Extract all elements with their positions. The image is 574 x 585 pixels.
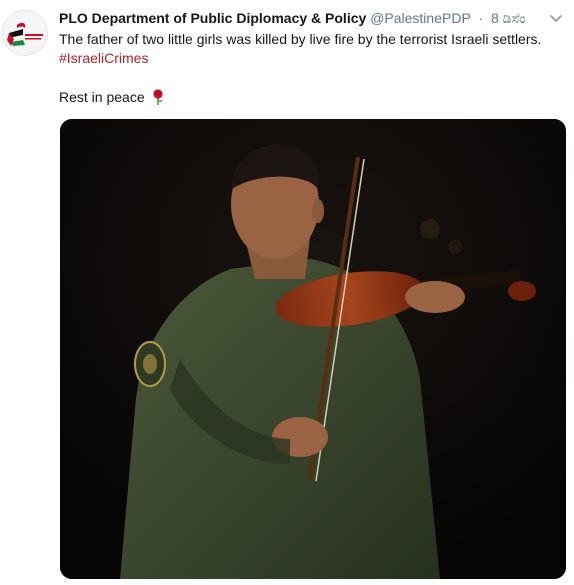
closing-text: Rest in peace <box>59 89 145 105</box>
hashtag-link[interactable]: #IsraeliCrimes <box>59 50 148 66</box>
rose-emoji-icon <box>152 89 164 105</box>
tweet-text: The father of two little girls was kille… <box>59 30 564 107</box>
plo-logo-icon <box>3 11 47 55</box>
violinist-photo <box>60 119 566 579</box>
author-name[interactable]: PLO Department of Public Diplomacy & Pol… <box>59 10 366 26</box>
avatar[interactable] <box>2 10 48 56</box>
author-handle[interactable]: @PalestinePDP <box>370 10 470 26</box>
closing-line: Rest in peace <box>59 88 564 107</box>
timestamp[interactable]: 8 ಡಿಸೆಂ <box>491 10 526 26</box>
tweet-header: PLO Department of Public Diplomacy & Pol… <box>59 9 534 27</box>
tweet-photo[interactable] <box>60 119 566 579</box>
dot-separator: · <box>478 10 484 26</box>
tweet-body: The father of two little girls was kille… <box>59 31 542 47</box>
chevron-down-icon[interactable] <box>548 12 564 26</box>
